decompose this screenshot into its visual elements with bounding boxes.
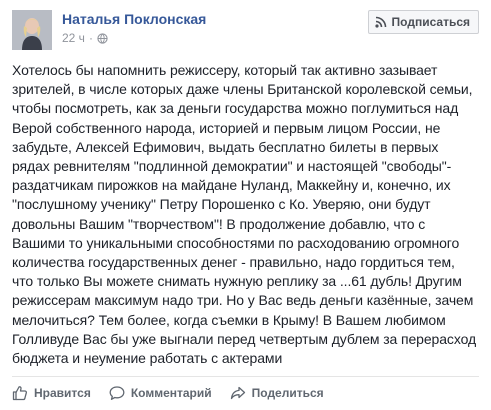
post-body-line: "послушному ученику" Петру Порошенко с К… [12, 196, 431, 213]
like-button[interactable]: Нравится [12, 385, 91, 401]
post-header: Наталья Поклонская 22 ч · Подписаться [12, 10, 479, 50]
post-actions-bar: Нравится Комментарий Поделиться [12, 377, 479, 409]
comment-label: Комментарий [130, 386, 212, 400]
comment-button[interactable]: Комментарий [109, 385, 212, 401]
post-body-line: Хотелось бы напомнить режиссеру, который… [12, 62, 438, 78]
post-meta: 22 ч · [62, 31, 108, 45]
share-button[interactable]: Поделиться [230, 385, 324, 401]
post-body-line: мелочиться? Тем более, когда съемки в Кр… [12, 311, 446, 328]
speech-bubble-icon [109, 385, 125, 401]
post-body-line: раздатчикам пирожков на майдане Нуланд, … [12, 177, 451, 194]
post-body-line: Голливуде Вас бы уже выгнали перед четве… [12, 330, 477, 347]
author-avatar[interactable] [12, 10, 52, 50]
post-body-line: бюджета и неумение работать с актерами [12, 350, 283, 367]
thumbs-up-icon [12, 385, 28, 401]
post-body: Хотелось бы напомнить режиссеру, который… [12, 61, 482, 368]
author-name-link[interactable]: Наталья Поклонская [62, 11, 206, 27]
post-body-line: что только Вы можете снимать нужную репл… [12, 273, 462, 290]
post-timestamp[interactable]: 22 ч [62, 31, 85, 45]
profile-photo [12, 10, 52, 50]
globe-icon[interactable] [97, 32, 108, 44]
post-body-line: режиссерам максимум надо три. Но у Вас в… [12, 292, 474, 309]
facebook-post: Наталья Поклонская 22 ч · Подписаться Хо… [0, 0, 491, 410]
like-label: Нравится [34, 386, 91, 400]
subscribe-button[interactable]: Подписаться [367, 10, 479, 34]
post-body-line: забудьте, Алексей Ефимович, выдать беспл… [12, 138, 439, 155]
post-body-line: Вашими то уникальными способностями по р… [12, 234, 460, 251]
post-body-line: рядах ревнителям "подлинной демократии" … [12, 158, 452, 175]
post-body-line: довольны Вашим "творчеством"! В продолже… [12, 215, 426, 232]
meta-separator: · [88, 31, 93, 45]
share-label: Поделиться [251, 386, 324, 400]
post-body-line: Верой собственного народа, историей и пе… [12, 119, 441, 136]
rss-icon [374, 16, 387, 28]
post-body-line: количества государственных денег - прави… [12, 254, 455, 271]
subscribe-label: Подписаться [391, 15, 470, 29]
share-arrow-icon [230, 385, 246, 401]
post-body-line: чтобы посмотреть, как за деньги государс… [12, 100, 459, 117]
post-body-line: зрителей, в числе которых даже члены Бри… [12, 81, 473, 98]
